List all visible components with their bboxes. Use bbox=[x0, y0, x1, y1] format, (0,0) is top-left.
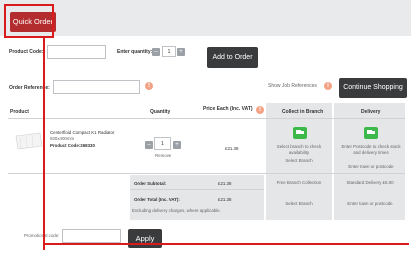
highlight-box bbox=[4, 4, 54, 38]
total-value: £21.38 bbox=[218, 197, 232, 202]
product-size: 500x400mm bbox=[50, 136, 75, 141]
row-quantity-input[interactable]: 1 bbox=[154, 137, 171, 150]
row-quantity-decrease[interactable]: – bbox=[145, 141, 153, 149]
header-quantity: Quantity bbox=[150, 109, 171, 115]
continue-shopping-button[interactable]: Continue Shopping bbox=[339, 78, 407, 98]
row-divider bbox=[8, 173, 405, 174]
delivery-postcode-link[interactable]: Enter town or postcode bbox=[341, 164, 401, 170]
header-delivery: Delivery bbox=[361, 109, 381, 115]
header-divider bbox=[8, 118, 405, 119]
highlight-line-horizontal bbox=[43, 243, 409, 245]
product-code: Product Code:268330 bbox=[50, 143, 95, 148]
show-job-references-label: Show Job References bbox=[268, 83, 317, 89]
delivery-info-text: Enter Postcode to check stock and delive… bbox=[341, 144, 401, 155]
promo-code-label: Promotional code: bbox=[24, 233, 60, 238]
header-collect: Collect in Branch bbox=[282, 109, 324, 115]
delivery-charges-note: Excluding delivery charges, where applic… bbox=[132, 208, 221, 213]
quantity-label: Enter quantity: bbox=[117, 49, 153, 55]
summary-divider bbox=[130, 189, 264, 190]
collect-select-branch-link[interactable]: Select Branch bbox=[270, 158, 328, 164]
highlight-line-vertical bbox=[43, 36, 45, 250]
subtotal-value: £21.38 bbox=[218, 181, 232, 186]
quantity-increase-button[interactable]: + bbox=[177, 48, 185, 56]
product-code-label: Product Code: bbox=[9, 49, 44, 55]
order-reference-input[interactable] bbox=[53, 80, 140, 94]
collect-van-icon bbox=[293, 127, 307, 139]
promo-code-input[interactable] bbox=[62, 229, 121, 243]
subtotal-label: Order Subtotal: bbox=[134, 181, 167, 186]
row-price: £21.38 bbox=[225, 146, 239, 151]
quantity-decrease-button[interactable]: – bbox=[152, 48, 160, 56]
free-branch-collection: Free Branch Collection bbox=[276, 180, 322, 185]
apply-promo-button[interactable]: Apply bbox=[128, 229, 162, 248]
quantity-input[interactable]: 1 bbox=[162, 46, 176, 57]
remove-link[interactable]: Remove bbox=[155, 153, 171, 159]
total-label: Order Total (Inc. VAT): bbox=[134, 197, 180, 202]
summary-postcode-link[interactable]: Enter town or postcode bbox=[337, 201, 403, 207]
job-references-info-icon[interactable]: ! bbox=[324, 82, 332, 90]
order-reference-info-icon[interactable]: ! bbox=[145, 82, 153, 90]
delivery-van-icon bbox=[364, 127, 378, 139]
summary-select-branch-link[interactable]: Select Branch bbox=[268, 201, 330, 207]
price-info-icon[interactable]: ! bbox=[256, 106, 264, 114]
radiator-thumbnail bbox=[15, 132, 43, 150]
product-code-input[interactable] bbox=[47, 45, 106, 59]
standard-delivery: Standard Delivery £6.00 bbox=[346, 180, 394, 185]
row-quantity-increase[interactable]: + bbox=[173, 141, 181, 149]
add-to-order-button[interactable]: Add to Order bbox=[207, 47, 258, 68]
header-product: Product bbox=[10, 109, 29, 115]
header-price: Price Each (Inc. VAT) bbox=[203, 106, 253, 112]
collect-info-text: Select branch to check availability bbox=[276, 144, 322, 155]
product-name[interactable]: Centerfloid Compact K1 Radiator bbox=[50, 130, 114, 136]
